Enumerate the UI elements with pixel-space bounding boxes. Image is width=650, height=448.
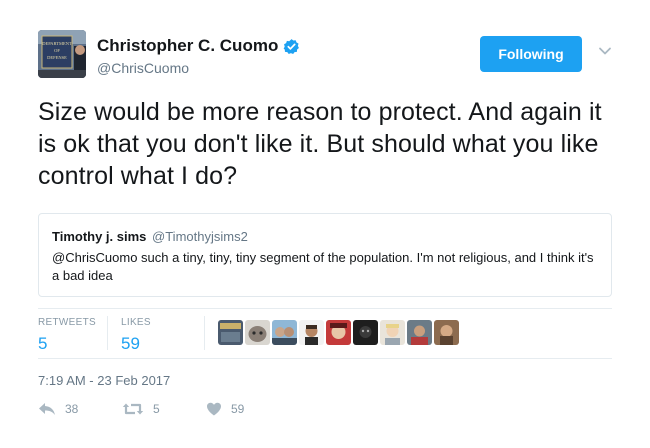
author-display-name[interactable]: Christopher C. Cuomo	[97, 36, 278, 56]
tweet-header: DEPARTMENT OF DEFENSE Christopher C. Cuo…	[38, 28, 618, 80]
stat-divider	[107, 316, 108, 350]
tweet-actions: 38 5 59	[38, 402, 338, 422]
like-button[interactable]: 59	[206, 402, 244, 416]
reply-count: 38	[65, 402, 79, 416]
liker-avatar[interactable]	[380, 320, 405, 345]
retweets-stat[interactable]: RETWEETS 5	[38, 317, 96, 354]
liker-avatar[interactable]	[326, 320, 351, 345]
liker-avatar[interactable]	[353, 320, 378, 345]
likes-stat[interactable]: LIKES 59	[121, 317, 151, 354]
tweet-timestamp[interactable]: 7:19 AM - 23 Feb 2017	[38, 373, 170, 388]
likes-label: LIKES	[121, 317, 151, 328]
quoted-tweet[interactable]: Timothy j. sims @Timothyjsims2 @ChrisCuo…	[38, 213, 612, 297]
author-handle[interactable]: @ChrisCuomo	[97, 60, 189, 76]
divider-bottom	[38, 358, 612, 359]
liker-avatar[interactable]	[434, 320, 459, 345]
author-avatar[interactable]: DEPARTMENT OF DEFENSE	[38, 30, 86, 78]
likes-count[interactable]: 59	[121, 334, 151, 354]
quoted-author-name: Timothy j. sims	[52, 229, 147, 244]
retweet-icon	[122, 403, 144, 415]
heart-icon	[207, 402, 221, 416]
reply-button[interactable]: 38	[38, 402, 78, 416]
quoted-author-handle: @Timothyjsims2	[152, 229, 248, 244]
tweet-text: Size would be more reason to protect. An…	[38, 98, 602, 190]
liker-avatars	[218, 320, 459, 345]
liker-avatar[interactable]	[407, 320, 432, 345]
liker-avatar[interactable]	[218, 320, 243, 345]
svg-text:DEPARTMENT: DEPARTMENT	[42, 41, 72, 46]
divider-top	[38, 308, 612, 309]
retweet-action-count: 5	[153, 402, 160, 416]
chevron-down-icon[interactable]	[598, 44, 612, 58]
quoted-tweet-text: @ChrisCuomo such a tiny, tiny, tiny segm…	[52, 250, 594, 283]
svg-text:OF: OF	[54, 48, 60, 53]
liker-avatar[interactable]	[272, 320, 297, 345]
verified-badge-icon	[283, 38, 300, 54]
liker-avatar[interactable]	[299, 320, 324, 345]
following-button[interactable]: Following	[480, 36, 582, 72]
svg-text:DEFENSE: DEFENSE	[47, 55, 67, 60]
author-name-row[interactable]: Christopher C. Cuomo	[97, 36, 300, 56]
like-action-count: 59	[231, 402, 245, 416]
reply-icon	[39, 403, 55, 415]
liker-avatar[interactable]	[245, 320, 270, 345]
retweets-count[interactable]: 5	[38, 334, 96, 354]
retweets-label: RETWEETS	[38, 317, 96, 328]
retweet-button[interactable]: 5	[122, 402, 160, 416]
stat-divider	[204, 316, 205, 350]
quoted-tweet-header: Timothy j. sims @Timothyjsims2	[52, 229, 248, 244]
